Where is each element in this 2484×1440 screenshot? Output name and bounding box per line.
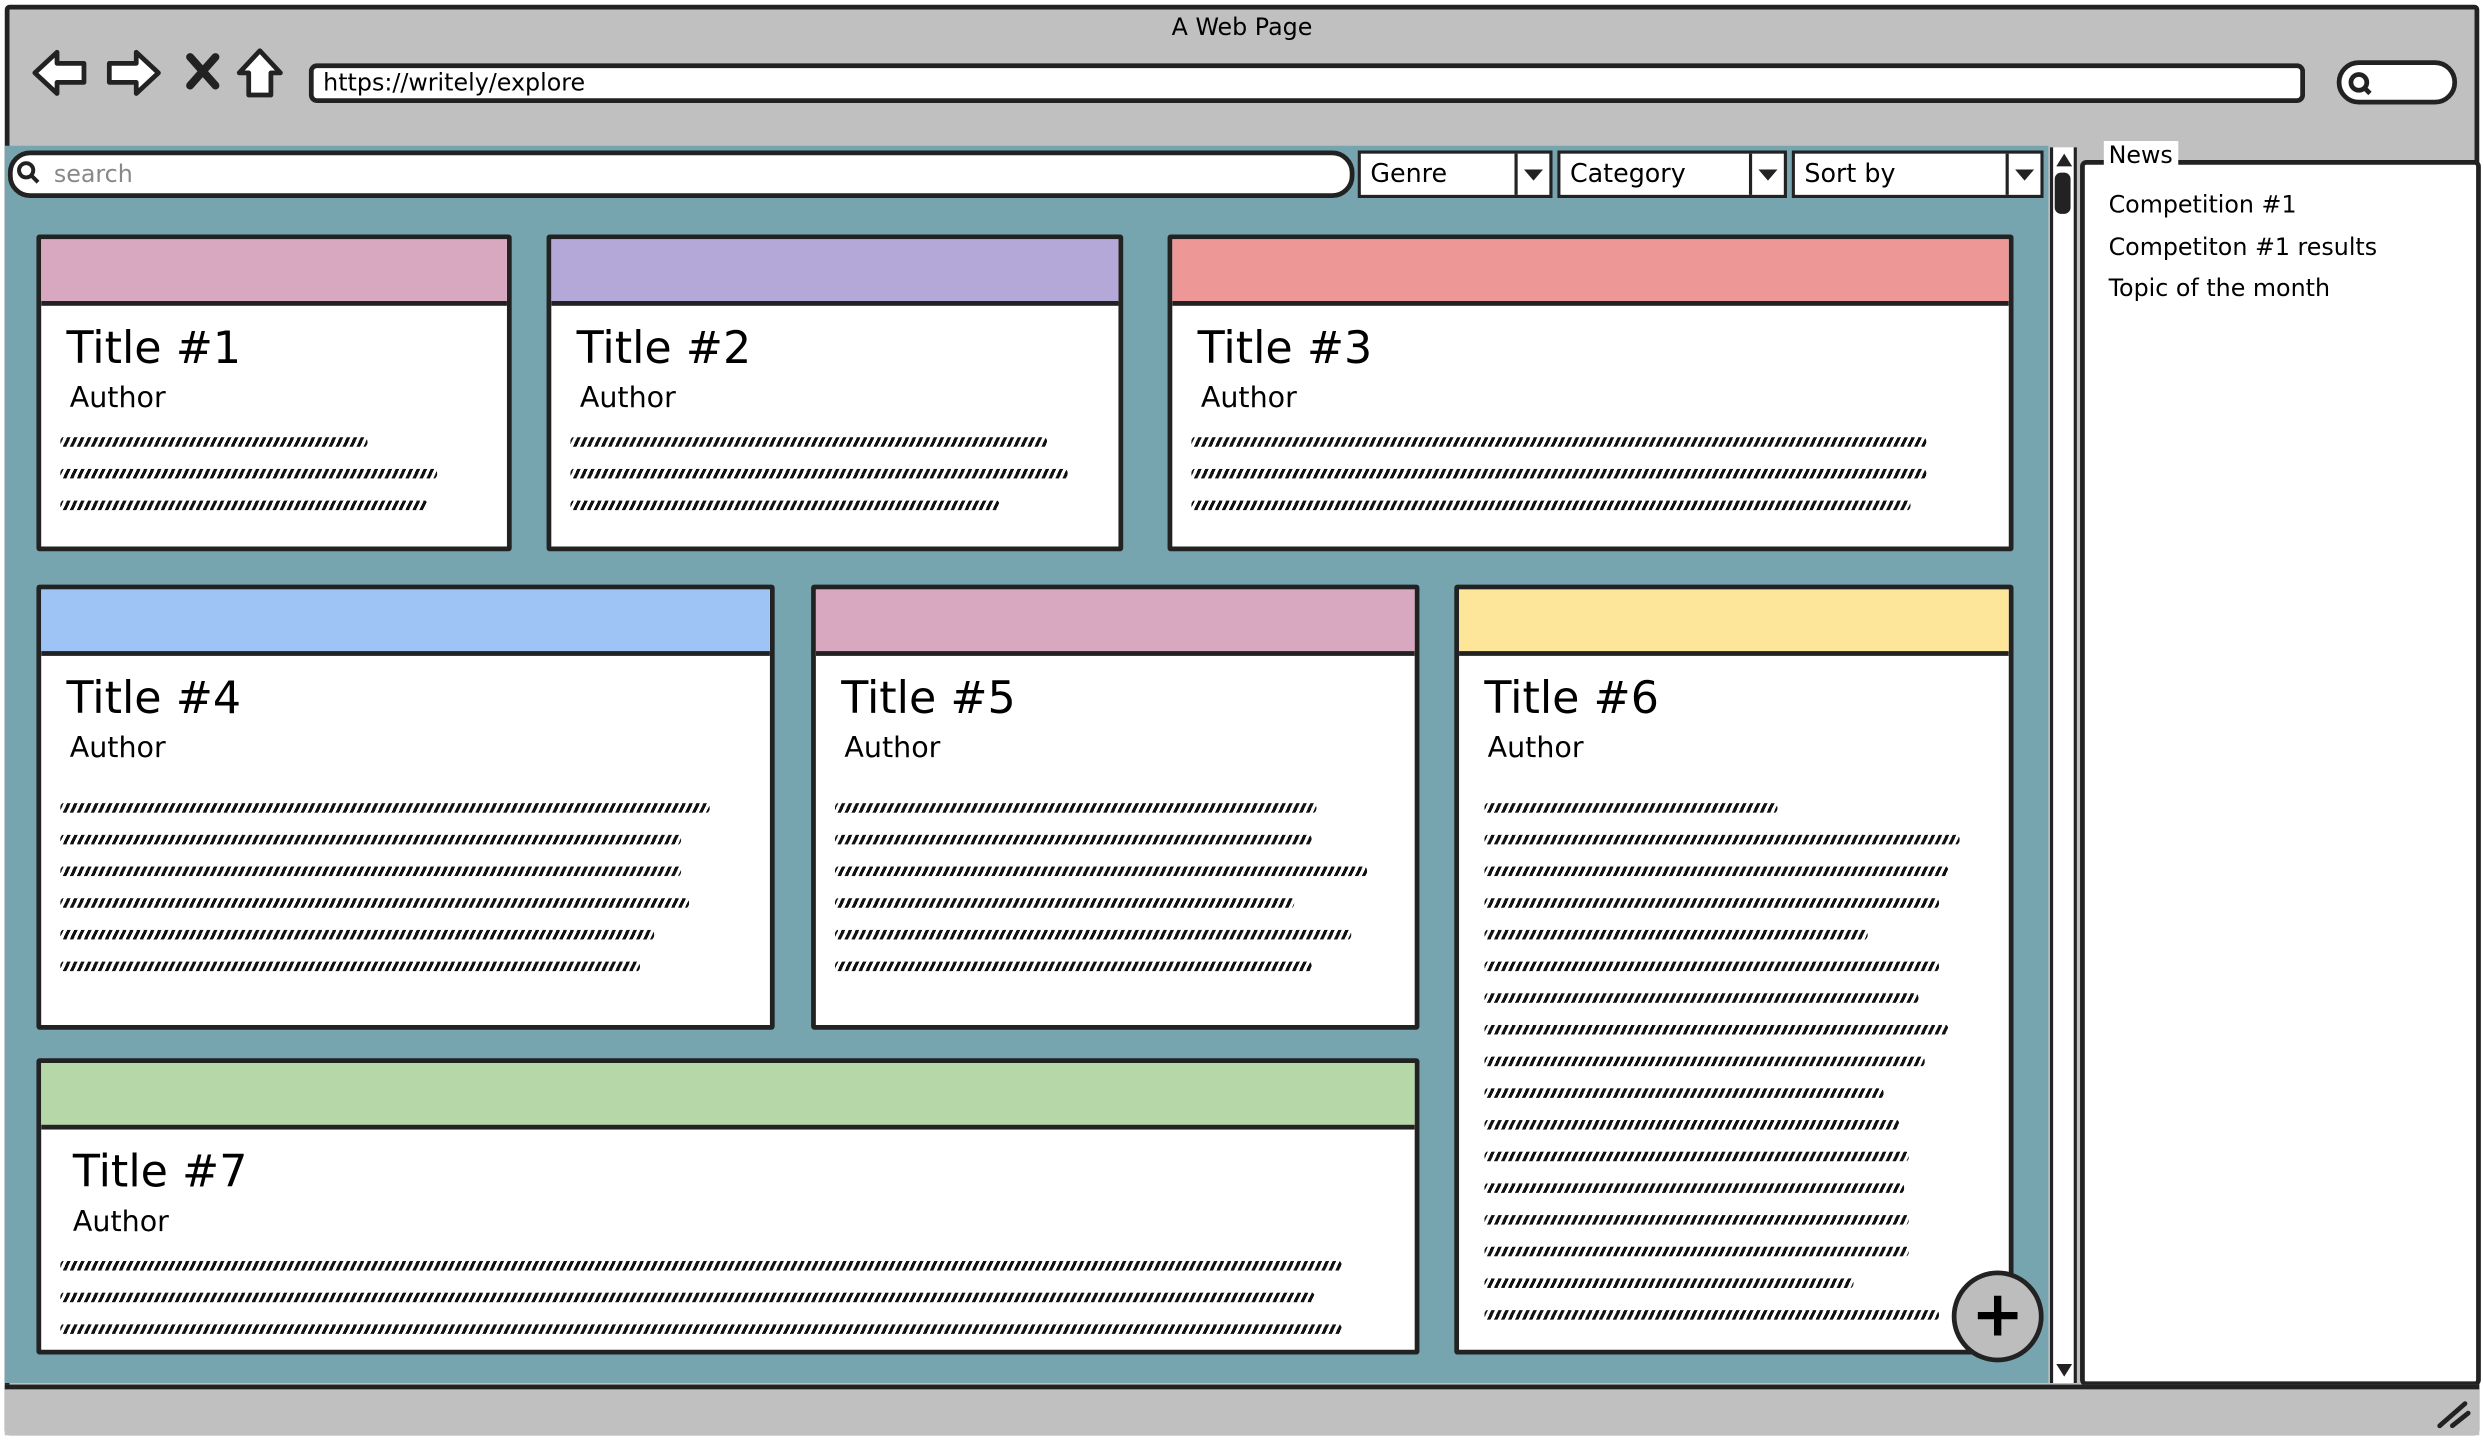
story-card[interactable]: Title #6 Author	[1454, 584, 2014, 1355]
back-icon[interactable]	[32, 48, 89, 99]
genre-dropdown[interactable]: Genre	[1357, 150, 1553, 199]
card-excerpt	[60, 801, 751, 992]
news-item[interactable]: Competition #1	[2109, 190, 2297, 219]
search-icon	[2348, 72, 2372, 96]
story-card[interactable]: Title #3 Author	[1167, 234, 2014, 552]
home-icon[interactable]	[236, 46, 284, 100]
genre-dropdown-label: Genre	[1370, 158, 1448, 189]
story-card[interactable]: Title #7 Author	[36, 1058, 1420, 1355]
card-title: Title #7	[72, 1145, 248, 1198]
card-color-band	[1459, 589, 2009, 656]
search-input[interactable]: search	[7, 150, 1355, 199]
address-bar[interactable]: https://writely/explore	[308, 63, 2306, 103]
scroll-down-icon[interactable]	[2056, 1363, 2073, 1377]
search-icon	[17, 161, 40, 184]
sort-dropdown-label: Sort by	[1804, 158, 1896, 189]
card-title: Title #5	[841, 671, 1016, 724]
card-author: Author	[844, 731, 941, 766]
chevron-down-icon	[1748, 153, 1784, 195]
card-excerpt	[1191, 435, 1989, 531]
resize-grip-icon[interactable]	[2433, 1397, 2471, 1429]
status-bar	[4, 1384, 2480, 1436]
category-dropdown[interactable]: Category	[1557, 150, 1787, 199]
stop-icon[interactable]	[185, 52, 220, 90]
card-author: Author	[69, 381, 166, 416]
card-title: Title #2	[576, 321, 752, 374]
card-author: Author	[72, 1205, 169, 1239]
card-title: Title #3	[1197, 321, 1373, 374]
card-author: Author	[579, 381, 676, 416]
card-color-band	[815, 589, 1415, 656]
story-card[interactable]: Title #2 Author	[546, 234, 1124, 552]
news-item[interactable]: Competiton #1 results	[2109, 233, 2378, 262]
card-color-band	[41, 239, 507, 306]
card-excerpt	[1484, 801, 1989, 1341]
card-title: Title #6	[1484, 671, 1659, 724]
card-excerpt	[60, 1259, 1367, 1349]
vertical-scrollbar[interactable]	[2049, 147, 2077, 1384]
card-excerpt	[570, 435, 1099, 531]
add-story-button[interactable]: +	[1951, 1270, 2044, 1363]
card-color-band	[41, 589, 770, 656]
window-title: A Web Page	[1171, 12, 1313, 42]
card-excerpt	[834, 801, 1396, 992]
story-card[interactable]: Title #1 Author	[36, 234, 512, 552]
card-color-band	[41, 1062, 1415, 1130]
sort-dropdown[interactable]: Sort by	[1791, 150, 2044, 199]
forward-icon[interactable]	[105, 48, 162, 99]
news-item[interactable]: Topic of the month	[2109, 274, 2330, 303]
card-color-band	[551, 239, 1119, 306]
card-author: Author	[69, 731, 166, 766]
plus-icon: +	[1971, 1278, 2025, 1352]
browser-search-button[interactable]	[2336, 60, 2458, 105]
story-card[interactable]: Title #4 Author	[36, 584, 775, 1030]
card-color-band	[1172, 239, 2009, 306]
card-author: Author	[1200, 381, 1297, 416]
scroll-up-icon[interactable]	[2056, 153, 2073, 167]
news-panel	[2080, 160, 2481, 1387]
chevron-down-icon	[2005, 153, 2041, 195]
scroll-thumb[interactable]	[2054, 172, 2071, 214]
card-title: Title #4	[66, 671, 242, 724]
news-panel-title: News	[2103, 140, 2178, 170]
card-excerpt	[60, 435, 488, 531]
chevron-down-icon	[1514, 153, 1549, 195]
card-author: Author	[1487, 731, 1584, 766]
story-card[interactable]: Title #5 Author	[811, 584, 1420, 1030]
category-dropdown-label: Category	[1569, 158, 1686, 189]
card-title: Title #1	[66, 321, 242, 374]
